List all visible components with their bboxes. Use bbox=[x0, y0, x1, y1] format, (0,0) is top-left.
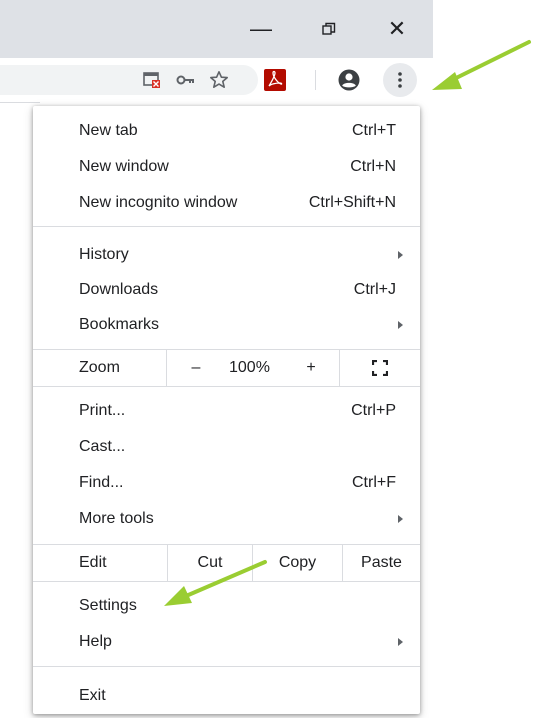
menu-item-print[interactable]: Print... Ctrl+P bbox=[33, 394, 420, 428]
zoom-label: Zoom bbox=[79, 359, 120, 376]
minus-icon: – bbox=[191, 359, 201, 376]
chrome-menu-button[interactable] bbox=[383, 63, 417, 97]
menu-item-label: Settings bbox=[79, 597, 137, 614]
star-icon bbox=[210, 71, 228, 88]
menu-item-exit[interactable]: Exit bbox=[33, 679, 420, 713]
menu-item-new-tab[interactable]: New tab Ctrl+T bbox=[33, 114, 420, 148]
title-bar: — ✕ bbox=[0, 0, 433, 58]
close-icon: ✕ bbox=[387, 16, 407, 41]
paste-label: Paste bbox=[361, 554, 402, 571]
close-button[interactable]: ✕ bbox=[363, 0, 431, 58]
zoom-out-button[interactable]: – bbox=[178, 350, 214, 386]
menu-item-label: Find... bbox=[79, 474, 124, 491]
menu-item-settings[interactable]: Settings bbox=[33, 589, 420, 623]
menu-item-label: Help bbox=[79, 633, 112, 650]
submenu-arrow-icon bbox=[398, 515, 403, 523]
menu-item-label: Exit bbox=[79, 687, 106, 704]
profile-icon bbox=[338, 69, 360, 91]
menu-item-label: Print... bbox=[79, 402, 126, 419]
zoom-level: 100% bbox=[229, 359, 270, 376]
menu-item-label: New window bbox=[79, 158, 169, 175]
zoom-row: Zoom – 100% + bbox=[33, 349, 420, 387]
restore-button[interactable] bbox=[295, 0, 363, 58]
minimize-icon: — bbox=[250, 16, 272, 41]
menu-item-more-tools[interactable]: More tools bbox=[33, 502, 420, 536]
passwords-button[interactable] bbox=[172, 66, 200, 94]
menu-item-shortcut: Ctrl+T bbox=[352, 122, 396, 139]
menu-item-new-window[interactable]: New window Ctrl+N bbox=[33, 150, 420, 184]
chrome-main-menu: New tab Ctrl+T New window Ctrl+N New inc… bbox=[33, 106, 420, 714]
toolbar-border bbox=[0, 102, 40, 103]
menu-item-history[interactable]: History bbox=[33, 238, 420, 272]
menu-item-label: Bookmarks bbox=[79, 316, 160, 333]
menu-item-help[interactable]: Help bbox=[33, 625, 420, 659]
zoom-divider bbox=[166, 350, 167, 386]
install-app-button[interactable] bbox=[138, 66, 166, 94]
profile-button[interactable] bbox=[335, 66, 363, 94]
kebab-menu-icon bbox=[398, 72, 402, 88]
zoom-in-button[interactable]: + bbox=[293, 350, 329, 386]
menu-item-label: More tools bbox=[79, 510, 154, 527]
cut-button[interactable]: Cut bbox=[168, 545, 252, 581]
toolbar-divider bbox=[315, 70, 316, 90]
cut-label: Cut bbox=[197, 554, 223, 571]
plus-icon: + bbox=[306, 359, 316, 376]
menu-item-shortcut: Ctrl+Shift+N bbox=[308, 194, 396, 211]
menu-item-shortcut: Ctrl+J bbox=[353, 281, 396, 298]
acrobat-extension-button[interactable] bbox=[261, 66, 289, 94]
browser-toolbar bbox=[0, 58, 433, 102]
menu-item-downloads[interactable]: Downloads Ctrl+J bbox=[33, 273, 420, 307]
menu-item-shortcut: Ctrl+P bbox=[351, 402, 396, 419]
restore-icon bbox=[322, 22, 336, 35]
menu-item-bookmarks[interactable]: Bookmarks bbox=[33, 308, 420, 342]
menu-item-find[interactable]: Find... Ctrl+F bbox=[33, 466, 420, 500]
bookmark-star-button[interactable] bbox=[205, 66, 233, 94]
fullscreen-icon bbox=[372, 360, 388, 376]
menu-item-shortcut: Ctrl+N bbox=[350, 158, 396, 175]
menu-item-label: New incognito window bbox=[79, 194, 238, 211]
menu-item-label: Downloads bbox=[79, 281, 159, 298]
menu-item-shortcut: Ctrl+F bbox=[352, 474, 396, 491]
edit-label: Edit bbox=[79, 554, 107, 571]
key-icon bbox=[176, 75, 194, 85]
menu-item-label: Cast... bbox=[79, 438, 126, 455]
minimize-button[interactable]: — bbox=[227, 0, 295, 58]
menu-item-new-incognito-window[interactable]: New incognito window Ctrl+Shift+N bbox=[33, 186, 420, 220]
menu-separator bbox=[33, 666, 420, 667]
fullscreen-button[interactable] bbox=[340, 350, 420, 386]
submenu-arrow-icon bbox=[398, 321, 403, 329]
menu-item-label: New tab bbox=[79, 122, 138, 139]
submenu-arrow-icon bbox=[398, 638, 403, 646]
menu-separator bbox=[33, 226, 420, 227]
submenu-arrow-icon bbox=[398, 251, 403, 259]
edit-row: Edit Cut Copy Paste bbox=[33, 544, 420, 582]
copy-button[interactable]: Copy bbox=[253, 545, 342, 581]
menu-item-cast[interactable]: Cast... bbox=[33, 430, 420, 464]
copy-label: Copy bbox=[278, 554, 317, 571]
acrobat-icon bbox=[264, 69, 286, 91]
menu-item-label: History bbox=[79, 246, 129, 263]
install-app-icon bbox=[143, 72, 160, 88]
paste-button[interactable]: Paste bbox=[343, 545, 420, 581]
